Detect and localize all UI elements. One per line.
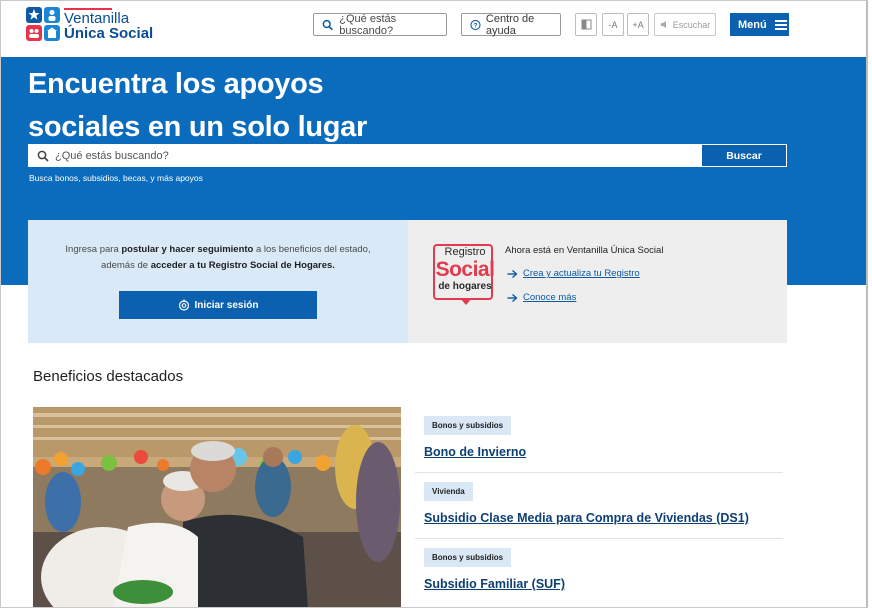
question-icon: ? (470, 19, 481, 30)
logo-person-square (44, 7, 60, 23)
logo-building-square (44, 25, 60, 41)
benefit-tag: Bonos y subsidios (424, 416, 512, 435)
search-icon (37, 150, 49, 162)
logo-star-square (26, 7, 42, 23)
help-center-label: Centro de ayuda (485, 12, 535, 37)
rsh-logo-line3: de hogares (438, 281, 492, 292)
hero-search-hint: Busca bonos, subsidios, becas, y más apo… (29, 173, 203, 183)
menu-button[interactable]: Menú (730, 13, 789, 36)
logo-people-square (26, 25, 42, 41)
logo-text-line2: Única Social (64, 24, 154, 42)
hamburger-icon (774, 19, 787, 30)
logo-text-line1: Ventanilla (64, 9, 130, 27)
contrast-icon (581, 19, 591, 30)
hero-search-button[interactable]: Buscar (701, 144, 787, 167)
svg-text:?: ? (473, 22, 477, 29)
benefit-tag: Vivienda (424, 482, 473, 501)
menu-label: Menú (738, 18, 767, 31)
login-text-bold1: postular y hacer seguimiento (121, 244, 254, 255)
rsh-card: Registro Social de hogares Ahora está en… (408, 220, 787, 343)
arrow-right-icon (507, 293, 518, 302)
rsh-logo-line1: Registro (444, 246, 486, 258)
hero-title-line1: Encuentra los apoyos (28, 68, 324, 100)
rsh-heading: Ahora está en Ventanilla Única Social (505, 245, 664, 256)
font-decrease-button[interactable]: -A (602, 13, 624, 36)
listen-button[interactable]: Escuchar (654, 13, 716, 36)
login-button-label: Iniciar sesión (194, 299, 259, 311)
featured-title: Beneficios destacados (33, 368, 184, 385)
divider (415, 472, 783, 473)
benefit-link[interactable]: Subsidio Clase Media para Compra de Vivi… (424, 511, 749, 525)
contrast-button[interactable] (575, 13, 597, 36)
divider (415, 538, 783, 539)
rsh-learn-more-link[interactable]: Conoce más (507, 292, 576, 303)
clave-unica-icon (178, 299, 189, 311)
rsh-logo-line2: Social (435, 258, 495, 281)
hero-title-line2: sociales en un solo lugar (28, 111, 367, 143)
registro-social-logo: Registro Social de hogares (430, 242, 504, 305)
rsh-learn-more-label: Conoce más (523, 292, 577, 303)
speaker-icon (660, 21, 666, 28)
header-search-input[interactable]: ¿Qué estás buscando? (313, 12, 447, 37)
rsh-create-link-label: Crea y actualiza tu Registro (523, 268, 640, 279)
login-card: Ingresa para postular y hacer seguimient… (28, 220, 408, 343)
featured-photo[interactable] (33, 407, 401, 607)
font-increase-button[interactable]: +A (627, 13, 649, 36)
search-icon (322, 19, 333, 30)
hero-title: Encuentra los apoyos sociales en un solo… (28, 63, 388, 149)
benefit-link[interactable]: Bono de Invierno (424, 445, 526, 459)
help-center-button[interactable]: ? Centro de ayuda (461, 12, 561, 37)
login-card-text: Ingresa para postular y hacer seguimient… (48, 242, 388, 274)
login-button[interactable]: Iniciar sesión (119, 291, 317, 319)
arrow-right-icon (507, 269, 518, 278)
header-search-placeholder: ¿Qué estás buscando? (339, 12, 397, 37)
page: Ventanilla Única Social ¿Qué estás busca… (0, 0, 868, 608)
logo-mark (26, 7, 60, 41)
listen-label: Escuchar (672, 19, 711, 30)
rsh-create-link[interactable]: Crea y actualiza tu Registro (507, 268, 640, 279)
login-text-part1: Ingresa para (65, 244, 122, 255)
benefit-link[interactable]: Subsidio Familiar (SUF) (424, 577, 565, 591)
hero-search-placeholder: ¿Qué estás buscando? (55, 149, 169, 162)
site-logo[interactable]: Ventanilla Única Social (26, 7, 153, 41)
benefit-tag: Bonos y subsidios (424, 548, 512, 567)
hero-search-input[interactable]: ¿Qué estás buscando? (28, 144, 701, 167)
site-header: Ventanilla Única Social ¿Qué estás busca… (1, 1, 866, 57)
login-text-bold2: acceder a tu Registro Social de Hogares. (150, 260, 335, 271)
